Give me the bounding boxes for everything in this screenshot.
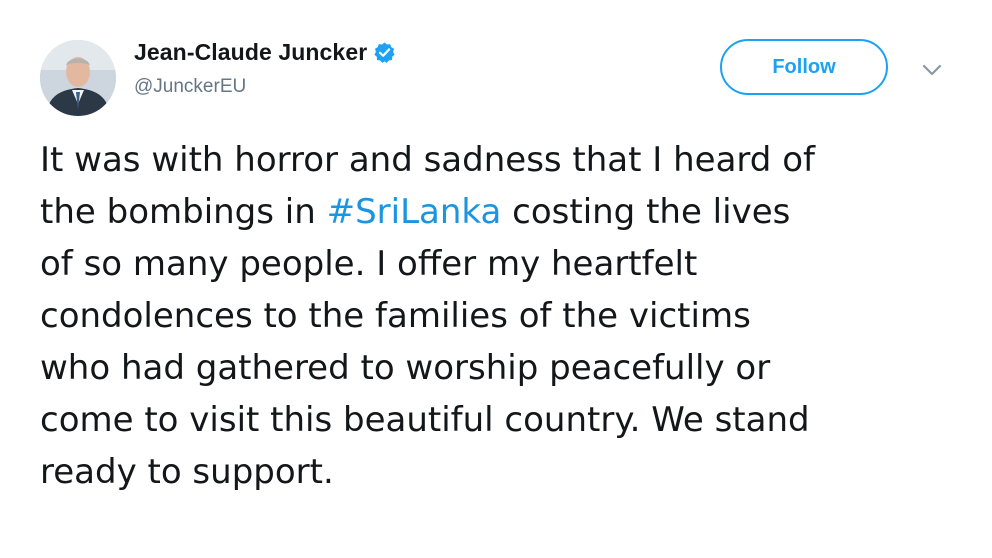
avatar[interactable] bbox=[40, 40, 116, 116]
name-row: Jean-Claude Juncker bbox=[134, 36, 396, 68]
tweet-menu-button[interactable] bbox=[918, 58, 946, 82]
chevron-down-icon bbox=[922, 64, 942, 76]
tweet-line: of so many people. I offer my heartfelt bbox=[40, 244, 698, 284]
tweet-card: Jean-Claude Juncker @JunckerEU Follow It… bbox=[0, 0, 992, 558]
tweet-line: come to visit this beautiful country. We… bbox=[40, 400, 810, 440]
verified-badge-icon bbox=[373, 41, 396, 64]
tweet-line: the bombings in #SriLanka costing the li… bbox=[40, 192, 791, 232]
follow-button[interactable]: Follow bbox=[720, 39, 888, 95]
tweet-line: It was with horror and sadness that I he… bbox=[40, 140, 815, 180]
tweet-text: It was with horror and sadness that I he… bbox=[40, 134, 970, 498]
hashtag-link[interactable]: #SriLanka bbox=[327, 192, 502, 232]
avatar-image bbox=[40, 40, 116, 116]
tweet-line: who had gathered to worship peacefully o… bbox=[40, 348, 771, 388]
tweet-line: ready to support. bbox=[40, 452, 334, 492]
tweet-line: condolences to the families of the victi… bbox=[40, 296, 751, 336]
display-name[interactable]: Jean-Claude Juncker bbox=[134, 39, 367, 66]
user-handle[interactable]: @JunckerEU bbox=[134, 76, 246, 98]
